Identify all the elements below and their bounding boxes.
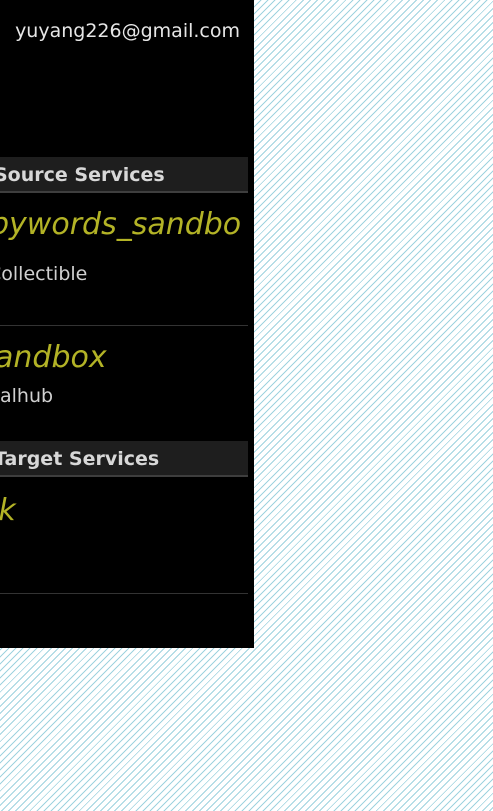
source-service-subtitle: Collectible [0,263,88,285]
source-service-item[interactable]: pywords_sandbo Collectible [0,195,248,325]
source-service-item[interactable]: andbox alhub [0,326,248,436]
target-service-title: ok [0,493,16,528]
list-divider [0,593,248,594]
source-service-subtitle: alhub [0,385,54,407]
source-services-header-label: Source Services [0,164,165,186]
target-service-item[interactable]: ok [0,479,248,593]
account-drawer-panel: yuyang226@gmail.com Source Services pywo… [0,0,254,648]
source-service-title: pywords_sandbo [0,207,242,242]
target-services-header: Target Services [0,441,248,477]
source-service-title: andbox [0,340,107,375]
account-email[interactable]: yuyang226@gmail.com [15,20,240,42]
source-services-header: Source Services [0,157,248,193]
target-services-header-label: Target Services [0,448,160,470]
